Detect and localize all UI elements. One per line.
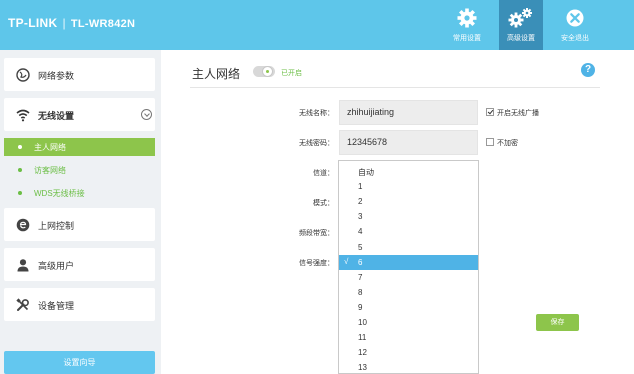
checkmark-icon: √ [344, 256, 349, 266]
sidebar-item-network[interactable]: 网络参数 [4, 58, 155, 91]
channel-option[interactable]: 1 [339, 179, 478, 194]
chevron-down-icon[interactable] [141, 109, 152, 120]
channel-option-label: 11 [358, 333, 367, 343]
sidebar-item-label: 上网控制 [38, 220, 75, 231]
channel-option[interactable]: √ 6 [339, 254, 478, 270]
channel-option-label: 5 [358, 242, 363, 252]
gear-icon [457, 8, 477, 28]
channel-option[interactable]: 9 [339, 300, 478, 315]
nav-label: 高级设置 [507, 35, 535, 42]
sidebar-item-device-management[interactable]: 设备管理 [4, 288, 155, 321]
channel-option-label: 6 [358, 257, 363, 267]
mode-label: 模式： [313, 200, 334, 207]
channel-option[interactable]: 7 [339, 270, 478, 285]
globe-icon [16, 67, 30, 82]
save-button[interactable]: 保存 [536, 314, 579, 331]
channel-option[interactable]: 12 [339, 345, 478, 360]
password-input[interactable]: 12345678 [339, 130, 478, 155]
channel-option[interactable]: 4 [339, 224, 478, 239]
channel-option-label: 2 [358, 197, 363, 207]
no-encrypt-label: 不加密 [497, 140, 518, 147]
sidebar-subitem-guest-network[interactable]: 访客网络 [4, 161, 155, 179]
channel-option-label: 10 [358, 318, 367, 327]
channel-option[interactable]: 自动 [339, 164, 478, 179]
sidebar-item-label: 无线设置 [38, 110, 75, 121]
toggle-knob [262, 66, 273, 77]
channel-option-label: 7 [358, 272, 363, 282]
sidebar-item-label: 设备管理 [38, 300, 75, 311]
brand-logo: TP-LINK | TL-WR842N [8, 16, 135, 30]
channel-option[interactable]: 10 [339, 315, 478, 330]
brand-name: TP-LINK [8, 16, 58, 30]
channel-option-label: 1 [358, 182, 363, 192]
broadcast-label: 开启无线广播 [497, 110, 539, 117]
sidebar-item-label: 网络参数 [38, 70, 75, 81]
channel-option-label: 3 [358, 212, 363, 222]
help-icon[interactable]: ? [581, 63, 595, 77]
broadcast-checkbox[interactable] [486, 108, 494, 116]
channel-option[interactable]: 2 [339, 194, 478, 209]
user-icon [17, 258, 29, 271]
channel-option-label: 4 [358, 227, 363, 237]
channel-option[interactable]: 5 [339, 240, 478, 255]
channel-option[interactable]: 13 [339, 360, 478, 373]
page-title: 主人网络 [192, 67, 241, 81]
close-icon [566, 9, 584, 27]
password-label: 无线密码： [299, 140, 334, 147]
sidebar-item-wireless[interactable]: 无线设置 [4, 98, 155, 131]
bullet-icon [18, 145, 22, 149]
sidebar-subitem-wds-bridge[interactable]: WDS无线桥接 [4, 184, 155, 202]
sidebar-item-label: 高级用户 [38, 260, 75, 271]
ssid-input[interactable]: zhihuijiating [339, 100, 478, 125]
channel-dropdown-list[interactable]: 自动 1 2 3 4 5 √ 6 7 8 9 10 11 12 13 [338, 160, 479, 374]
bandwidth-label: 频段带宽： [299, 230, 334, 237]
nav-logout[interactable]: 安全退出 [553, 0, 597, 50]
bullet-icon [18, 168, 22, 172]
sidebar-subitem-host-network[interactable]: 主人网络 [4, 138, 155, 156]
channel-option-label: 12 [358, 348, 367, 358]
sidebar-subitem-label: 主人网络 [34, 143, 66, 152]
sidebar-item-advanced-users[interactable]: 高级用户 [4, 248, 155, 281]
sidebar-subitem-label: WDS无线桥接 [34, 189, 85, 198]
router-model: TL-WR842N [70, 18, 136, 30]
sidebar-item-access-control[interactable]: 上网控制 [4, 208, 155, 241]
title-divider [190, 87, 600, 88]
top-header: TP-LINK | TL-WR842N 常用设置 高级设置 安全退出 [0, 0, 634, 50]
channel-option-label: 自动 [358, 168, 374, 177]
nav-advanced-settings[interactable]: 高级设置 [499, 0, 543, 50]
signal-strength-label: 信号强度： [299, 260, 334, 267]
brand-separator: | [62, 16, 66, 30]
network-status: 已开启 [281, 70, 302, 77]
channel-option[interactable]: 3 [339, 209, 478, 224]
ssid-label: 无线名称： [299, 110, 334, 117]
nav-label: 安全退出 [561, 35, 589, 42]
channel-option-label: 13 [358, 363, 367, 373]
setup-wizard-button[interactable]: 设置向导 [4, 351, 155, 374]
nav-common-settings[interactable]: 常用设置 [445, 0, 489, 50]
bullet-icon [18, 191, 22, 195]
channel-option-label: 9 [358, 302, 363, 312]
channel-option[interactable]: 11 [339, 330, 478, 345]
gears-icon [508, 8, 532, 28]
parental-control-icon [16, 218, 30, 231]
network-toggle[interactable] [253, 66, 275, 77]
nav-label: 常用设置 [453, 35, 481, 42]
no-encrypt-checkbox[interactable] [486, 138, 494, 146]
channel-label: 信道： [313, 170, 334, 177]
sidebar-subitem-label: 访客网络 [34, 166, 66, 175]
channel-option[interactable]: 8 [339, 285, 478, 300]
wifi-icon [16, 109, 30, 121]
channel-option-label: 8 [358, 287, 363, 297]
tools-icon [16, 297, 29, 311]
